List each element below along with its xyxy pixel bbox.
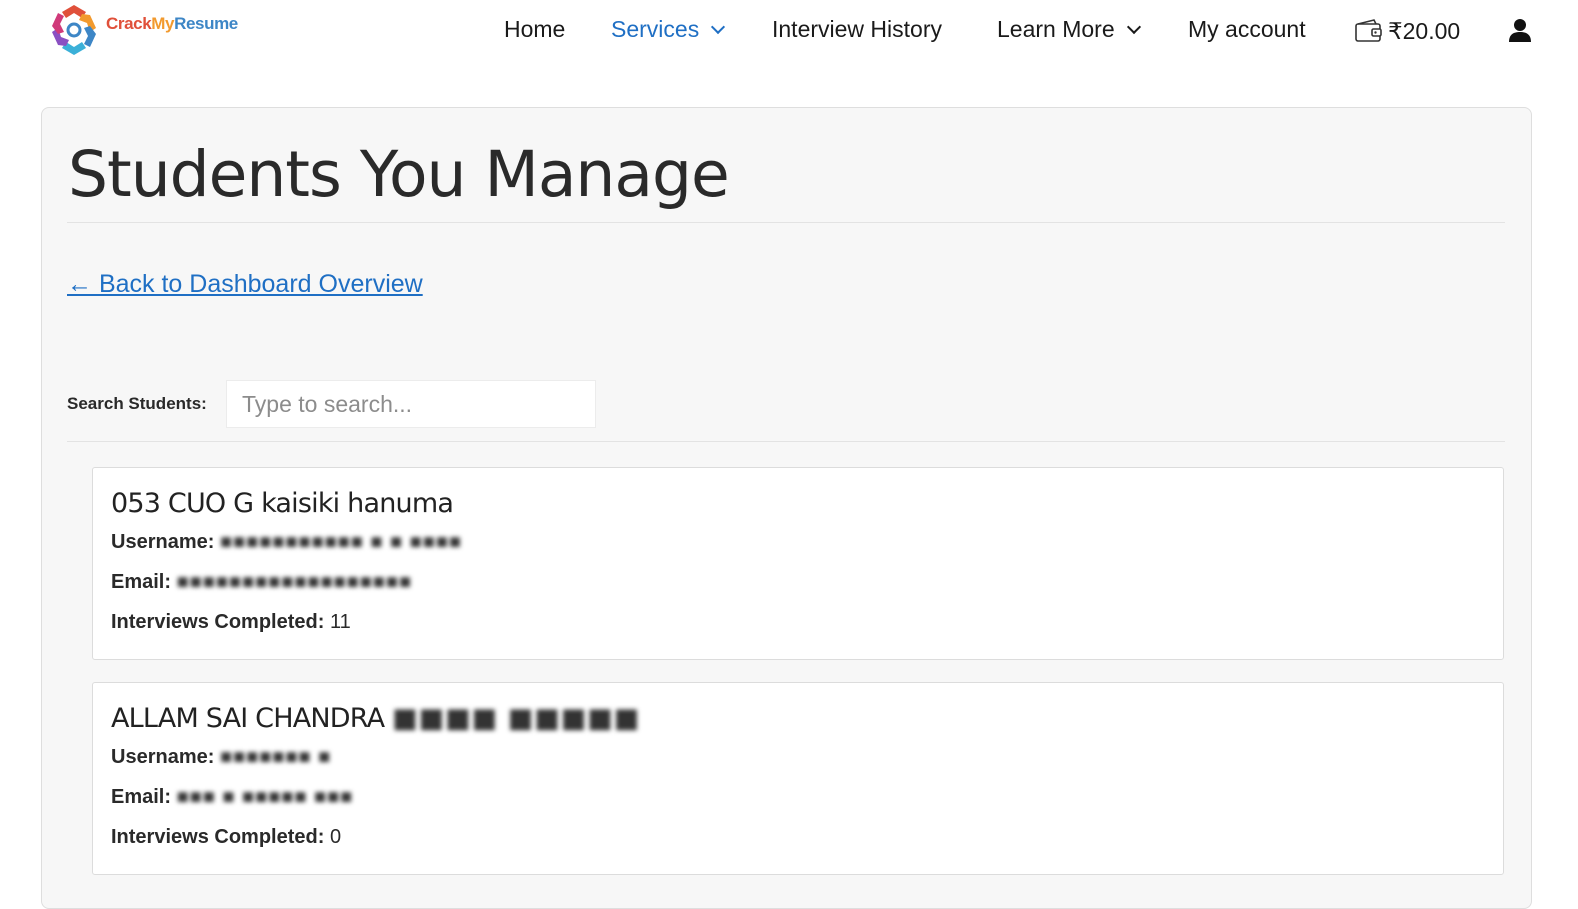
student-username: Username: ■■■■■■■■■■■ ■ ■ ■■■■ [111,531,462,554]
logo-text-crack: Crack [106,14,152,33]
interviews-count: 11 [329,611,351,633]
student-username: Username: ■■■■■■■ ■ [111,746,331,769]
page-title: Students You Manage [68,138,730,211]
nav-learn-more-label: Learn More [997,16,1115,42]
search-input[interactable] [226,380,596,428]
logo-text: CrackMyResume [106,14,238,34]
student-name-text: ALLAM SAI CHANDRA [111,703,385,734]
interviews-label: Interviews Completed: [111,826,325,848]
student-card[interactable]: 053 CUO G kaisiki hanuma Username: ■■■■■… [92,467,1504,660]
nav-services-label: Services [611,16,700,42]
user-icon[interactable] [1507,17,1533,43]
wallet-icon [1355,19,1382,42]
email-value-redacted: ■■■■■■■■■■■■■■■■■■ [176,571,413,593]
wallet-amount: ₹20.00 [1388,17,1461,44]
nav-interview-history[interactable]: Interview History [772,14,942,44]
student-name: ALLAM SAI CHANDRA ■■■■ ■■■■■ [111,703,640,734]
nav-my-account[interactable]: My account [1188,14,1306,44]
logo-text-resume: Resume [174,14,238,33]
brand-logo[interactable]: CrackMyResume [46,0,238,60]
username-value-redacted: ■■■■■■■■■■■ ■ ■ ■■■■ [219,531,462,553]
chevron-down-icon [1126,19,1141,35]
divider [67,222,1505,223]
logo-icon [52,5,96,55]
wallet-balance[interactable]: ₹20.00 [1354,16,1460,46]
nav-learn-more[interactable]: Learn More [997,14,1141,44]
student-name: 053 CUO G kaisiki hanuma [111,488,454,519]
search-label: Search Students: [67,394,207,413]
username-label: Username: [111,746,215,768]
student-name-redacted: ■■■■ ■■■■■ [392,703,641,734]
student-card[interactable]: ALLAM SAI CHANDRA ■■■■ ■■■■■ Username: ■… [92,682,1504,875]
username-label: Username: [111,531,215,553]
email-value-redacted: ■■■ ■ ■■■■■ ■■■ [176,786,354,808]
chevron-down-icon [711,19,726,35]
nav-home[interactable]: Home [504,14,565,44]
logo-text-my: My [151,14,175,33]
nav-services[interactable]: Services [611,14,726,44]
interviews-label: Interviews Completed: [111,611,325,633]
username-value-redacted: ■■■■■■■ ■ [219,746,332,768]
interviews-count: 0 [329,826,342,848]
student-email: Email: ■■■ ■ ■■■■■ ■■■ [111,786,353,809]
email-label: Email: [111,571,172,593]
students-panel: Students You Manage ← Back to Dashboard … [41,107,1532,909]
student-interviews: Interviews Completed: 0 [111,826,341,849]
email-label: Email: [111,786,172,808]
site-header: CrackMyResume Home Services Interview Hi… [0,0,1578,70]
divider [67,441,1505,442]
back-to-dashboard-link[interactable]: ← Back to Dashboard Overview [67,270,423,299]
student-interviews: Interviews Completed: 11 [111,611,351,634]
student-email: Email: ■■■■■■■■■■■■■■■■■■ [111,571,412,594]
